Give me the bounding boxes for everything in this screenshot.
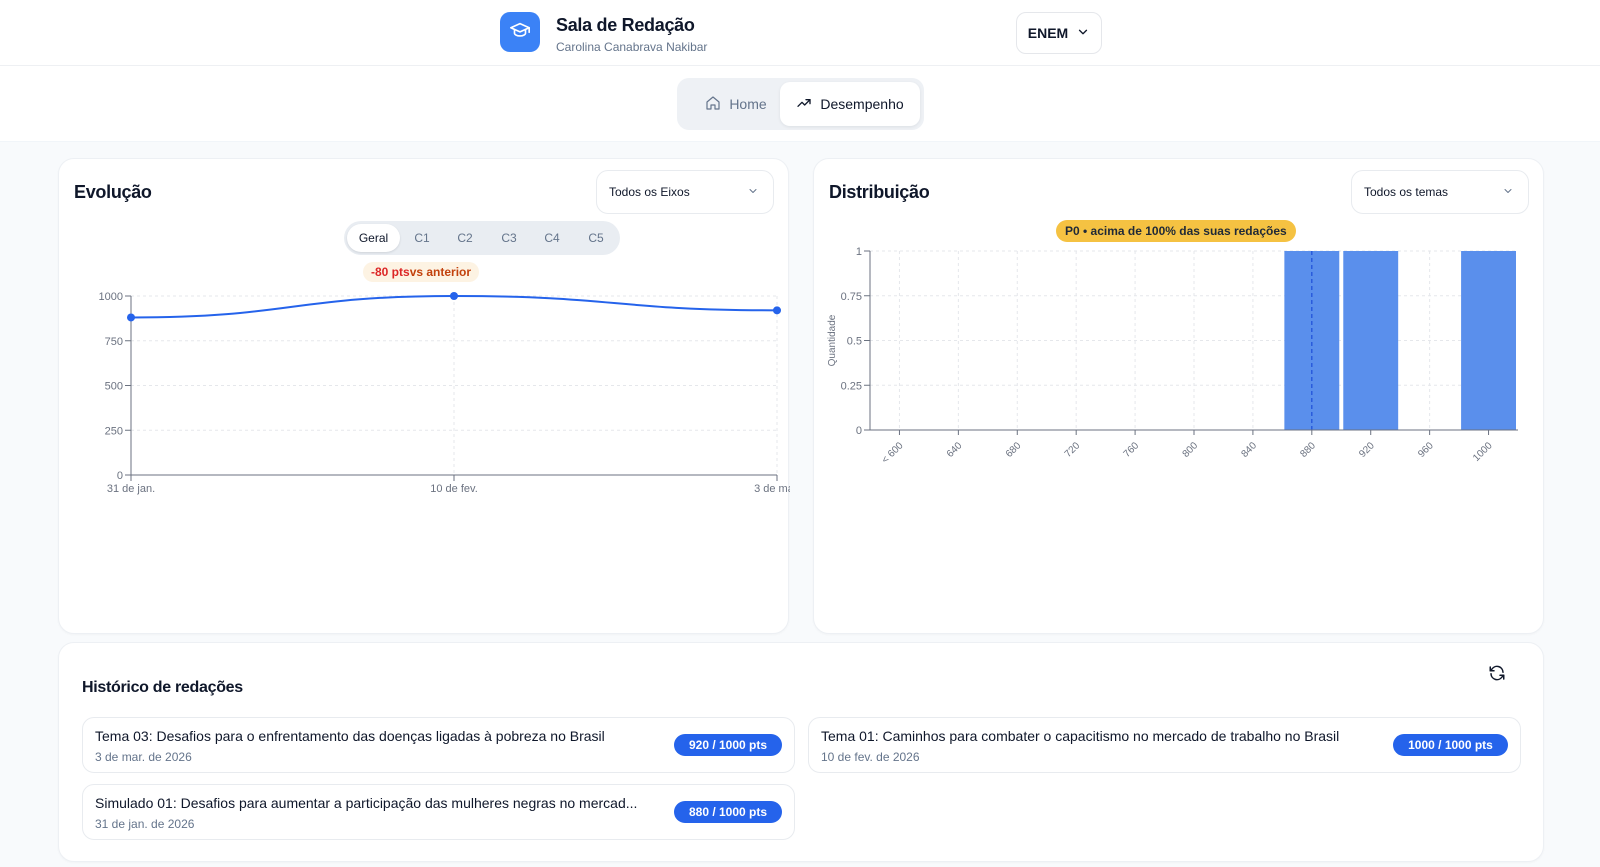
score-badge: 920 / 1000 pts: [674, 734, 782, 756]
score-badge: 880 / 1000 pts: [674, 801, 782, 823]
evolution-chart: 0 250 500 750 1000 31 de jan. 10 de fev. 3 de m…: [99, 291, 790, 495]
x-tick-label: 920: [1357, 440, 1377, 460]
y-axis-label: Quantidade: [827, 314, 838, 366]
distribution-card: Distribuição Todos os temas P0 • acima d…: [813, 158, 1544, 634]
y-tick-label: 0.25: [841, 380, 862, 392]
exam-selector-label: ENEM: [1027, 25, 1069, 41]
x-tick-label: 720: [1063, 440, 1083, 460]
exam-selector[interactable]: ENEM: [1016, 12, 1102, 54]
x-tick-label: < 600: [880, 440, 906, 466]
y-tick-label: 250: [105, 425, 123, 437]
x-tick-label: 680: [1004, 440, 1024, 460]
tab-home[interactable]: Home: [686, 82, 786, 126]
x-tick-label: 640: [945, 440, 965, 460]
essay-title: Tema 03: Desafios para o enfrentamento d…: [95, 728, 605, 744]
user-name: Carolina Canabrava Nakibar: [556, 40, 708, 54]
refresh-button[interactable]: [1483, 661, 1511, 689]
score-badge: 1000 / 1000 pts: [1393, 734, 1508, 756]
bar: [1284, 251, 1340, 430]
trending-up-icon: [796, 95, 812, 114]
data-point: [773, 306, 781, 315]
app-title: Sala de Redação: [556, 15, 695, 35]
essay-item[interactable]: Tema 01: Caminhos para combater o capaci…: [808, 717, 1521, 773]
x-tick-label: 880: [1298, 440, 1318, 460]
y-tick-label: 0.5: [847, 336, 862, 348]
essay-date: 31 de jan. de 2026: [95, 817, 195, 831]
x-tick-label: 800: [1181, 440, 1201, 460]
graduation-cap-icon: [509, 19, 531, 46]
y-tick-label: 1000: [99, 291, 123, 303]
x-tick-label: 760: [1122, 440, 1142, 460]
x-tick-label: 3 de mar.: [754, 483, 790, 495]
x-tick-label: 31 de jan.: [107, 483, 155, 495]
essay-date: 10 de fev. de 2026: [821, 750, 920, 764]
tab-desempenho[interactable]: Desempenho: [780, 82, 920, 126]
essay-title: Tema 01: Caminhos para combater o capaci…: [821, 728, 1340, 744]
data-point: [127, 313, 135, 322]
app-logo: [500, 12, 540, 52]
y-tick-label: 750: [105, 336, 123, 348]
y-tick-label: 0: [117, 470, 123, 482]
essay-item[interactable]: Simulado 01: Desafios para aumentar a pa…: [82, 784, 795, 840]
data-point: [450, 292, 458, 300]
evolution-card: Evolução Todos os Eixos Geral C1 C2 C3 C…: [58, 158, 790, 634]
y-tick-label: 0: [856, 425, 862, 437]
x-tick-label: 1000: [1471, 440, 1495, 464]
distribution-chart: 0 0.25 0.5 0.75 1 < 600 640 680 720 760 800 840 880 9…: [827, 246, 1518, 466]
bar: [1343, 251, 1399, 430]
chevron-down-icon: [1076, 25, 1090, 42]
bar: [1461, 251, 1516, 430]
history-card: Histórico de redações Tema 03: Desafios …: [58, 642, 1544, 862]
refresh-icon: [1488, 664, 1506, 687]
y-tick-label: 1: [856, 246, 862, 258]
history-title: Histórico de redações: [82, 679, 243, 696]
home-icon: [705, 95, 721, 114]
top-bar: [0, 0, 1600, 66]
x-tick-label: 10 de fev.: [430, 483, 478, 495]
y-tick-label: 500: [105, 381, 123, 393]
tab-home-label: Home: [729, 96, 767, 112]
essay-title: Simulado 01: Desafios para aumentar a pa…: [95, 795, 638, 811]
essay-date: 3 de mar. de 2026: [95, 750, 192, 764]
tab-desempenho-label: Desempenho: [820, 96, 904, 112]
x-tick-label: 960: [1416, 440, 1436, 460]
x-tick-label: 840: [1239, 440, 1259, 460]
y-tick-label: 0.75: [841, 291, 862, 303]
essay-item[interactable]: Tema 03: Desafios para o enfrentamento d…: [82, 717, 795, 773]
